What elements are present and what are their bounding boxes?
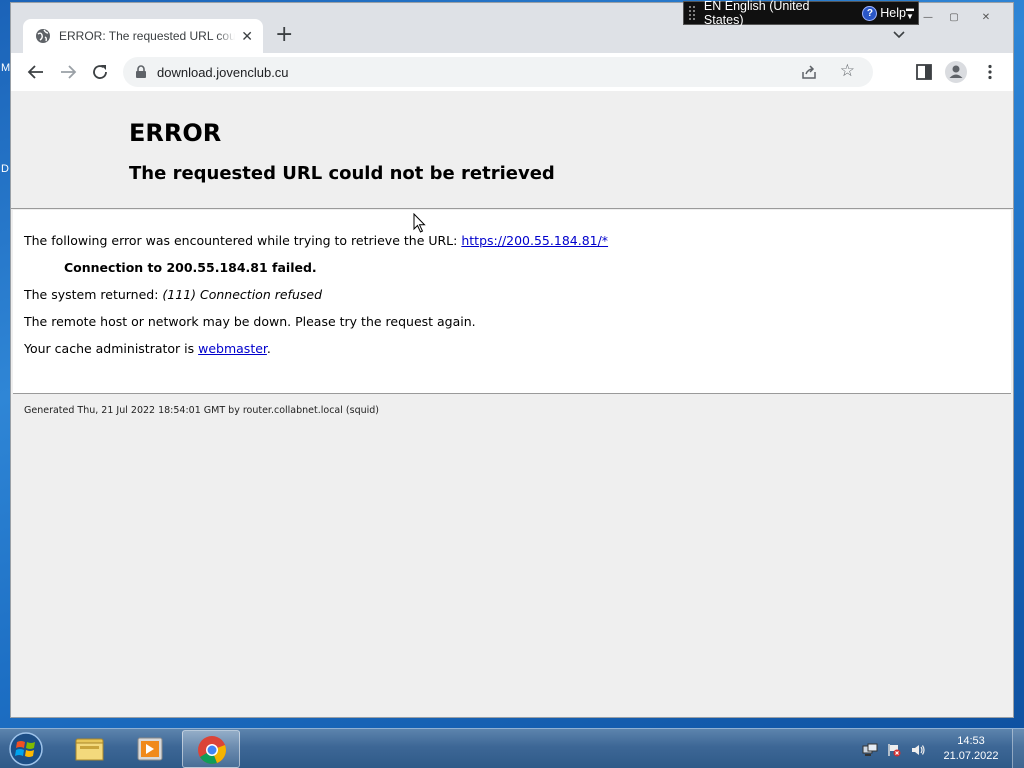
lock-icon[interactable] [135,65,147,79]
new-tab-button[interactable]: + [275,23,293,47]
error-details: The following error was encountered whil… [13,210,1011,394]
bookmark-star-icon[interactable]: ☆ [840,62,855,80]
cache-admin-line: Your cache administrator is webmaster. [24,341,271,356]
web-page-content: ERROR The requested URL could not be ret… [11,91,1013,717]
system-error-code: (111) Connection refused [162,287,322,302]
side-panel-icon[interactable] [915,63,933,81]
kebab-menu-icon[interactable] [981,63,999,81]
system-clock[interactable]: 14:53 21.07.2022 [936,734,1006,764]
start-button-icon[interactable] [6,731,46,767]
chrome-browser-window: ERROR: The requested URL could not be re… [10,2,1014,718]
forward-arrow-icon[interactable] [59,63,77,81]
window-close-button[interactable]: ✕ [975,11,997,27]
taskbar-media-player-button[interactable] [121,730,179,768]
address-bar[interactable]: download.jovenclub.cu ☆ [123,57,873,87]
network-tray-icon[interactable] [862,743,878,757]
language-bar-options-icon[interactable]: ▬ ▼ [906,5,914,21]
desktop-icon-label-partial[interactable]: D [1,163,9,175]
tab-title: ERROR: The requested URL could not be re… [59,29,235,43]
input-language-selector[interactable]: EN English (United States) [704,0,851,27]
taskbar-chrome-button[interactable] [182,730,240,768]
folder-icon [75,738,104,761]
reload-icon[interactable] [91,63,109,81]
media-player-icon [137,737,163,761]
profile-avatar-icon[interactable] [945,61,967,83]
tab-search-chevron-icon[interactable] [893,29,905,41]
error-line-url: The following error was encountered whil… [24,233,609,248]
windows-taskbar: 14:53 21.07.2022 [0,728,1024,768]
system-returned-line: The system returned: (111) Connection re… [24,287,322,302]
share-icon[interactable] [801,64,817,80]
connection-failed-message: Connection to 200.55.184.81 failed. [64,260,317,275]
desktop-icon-label-partial[interactable]: M [1,62,10,74]
browser-tab-active[interactable]: ERROR: The requested URL could not be re… [23,19,263,53]
window-minimize-button[interactable]: — [917,11,939,27]
generated-footer: Generated Thu, 21 Jul 2022 18:54:01 GMT … [24,405,379,416]
help-icon[interactable]: ? [862,5,878,21]
error-subtitle: The requested URL could not be retrieved [129,163,555,184]
show-desktop-button[interactable] [1012,729,1024,768]
retry-hint-line: The remote host or network may be down. … [24,314,476,329]
error-title: ERROR [129,119,222,147]
mouse-cursor-icon [413,213,426,233]
taskbar-explorer-button[interactable] [60,730,118,768]
back-arrow-icon[interactable] [27,63,45,81]
language-bar: EN English (United States) ? Help ▬ ▼ [683,0,919,27]
window-maximize-button[interactable]: ▢ [943,11,965,27]
chrome-icon [198,736,226,764]
webmaster-link[interactable]: webmaster [198,341,267,356]
action-center-flag-icon[interactable] [886,743,902,757]
help-button[interactable]: Help [880,6,906,20]
failed-url-link[interactable]: https://200.55.184.81/* [461,233,608,248]
volume-icon[interactable] [910,743,926,757]
clock-date: 21.07.2022 [943,750,999,762]
globe-icon [36,29,50,43]
error-header: ERROR The requested URL could not be ret… [11,91,1013,209]
clock-time: 14:53 [957,735,985,747]
drag-grip-icon[interactable] [688,5,696,21]
browser-toolbar: download.jovenclub.cu ☆ [11,53,1013,91]
url-text[interactable]: download.jovenclub.cu [157,65,289,80]
tab-close-icon[interactable]: ✕ [241,28,253,45]
